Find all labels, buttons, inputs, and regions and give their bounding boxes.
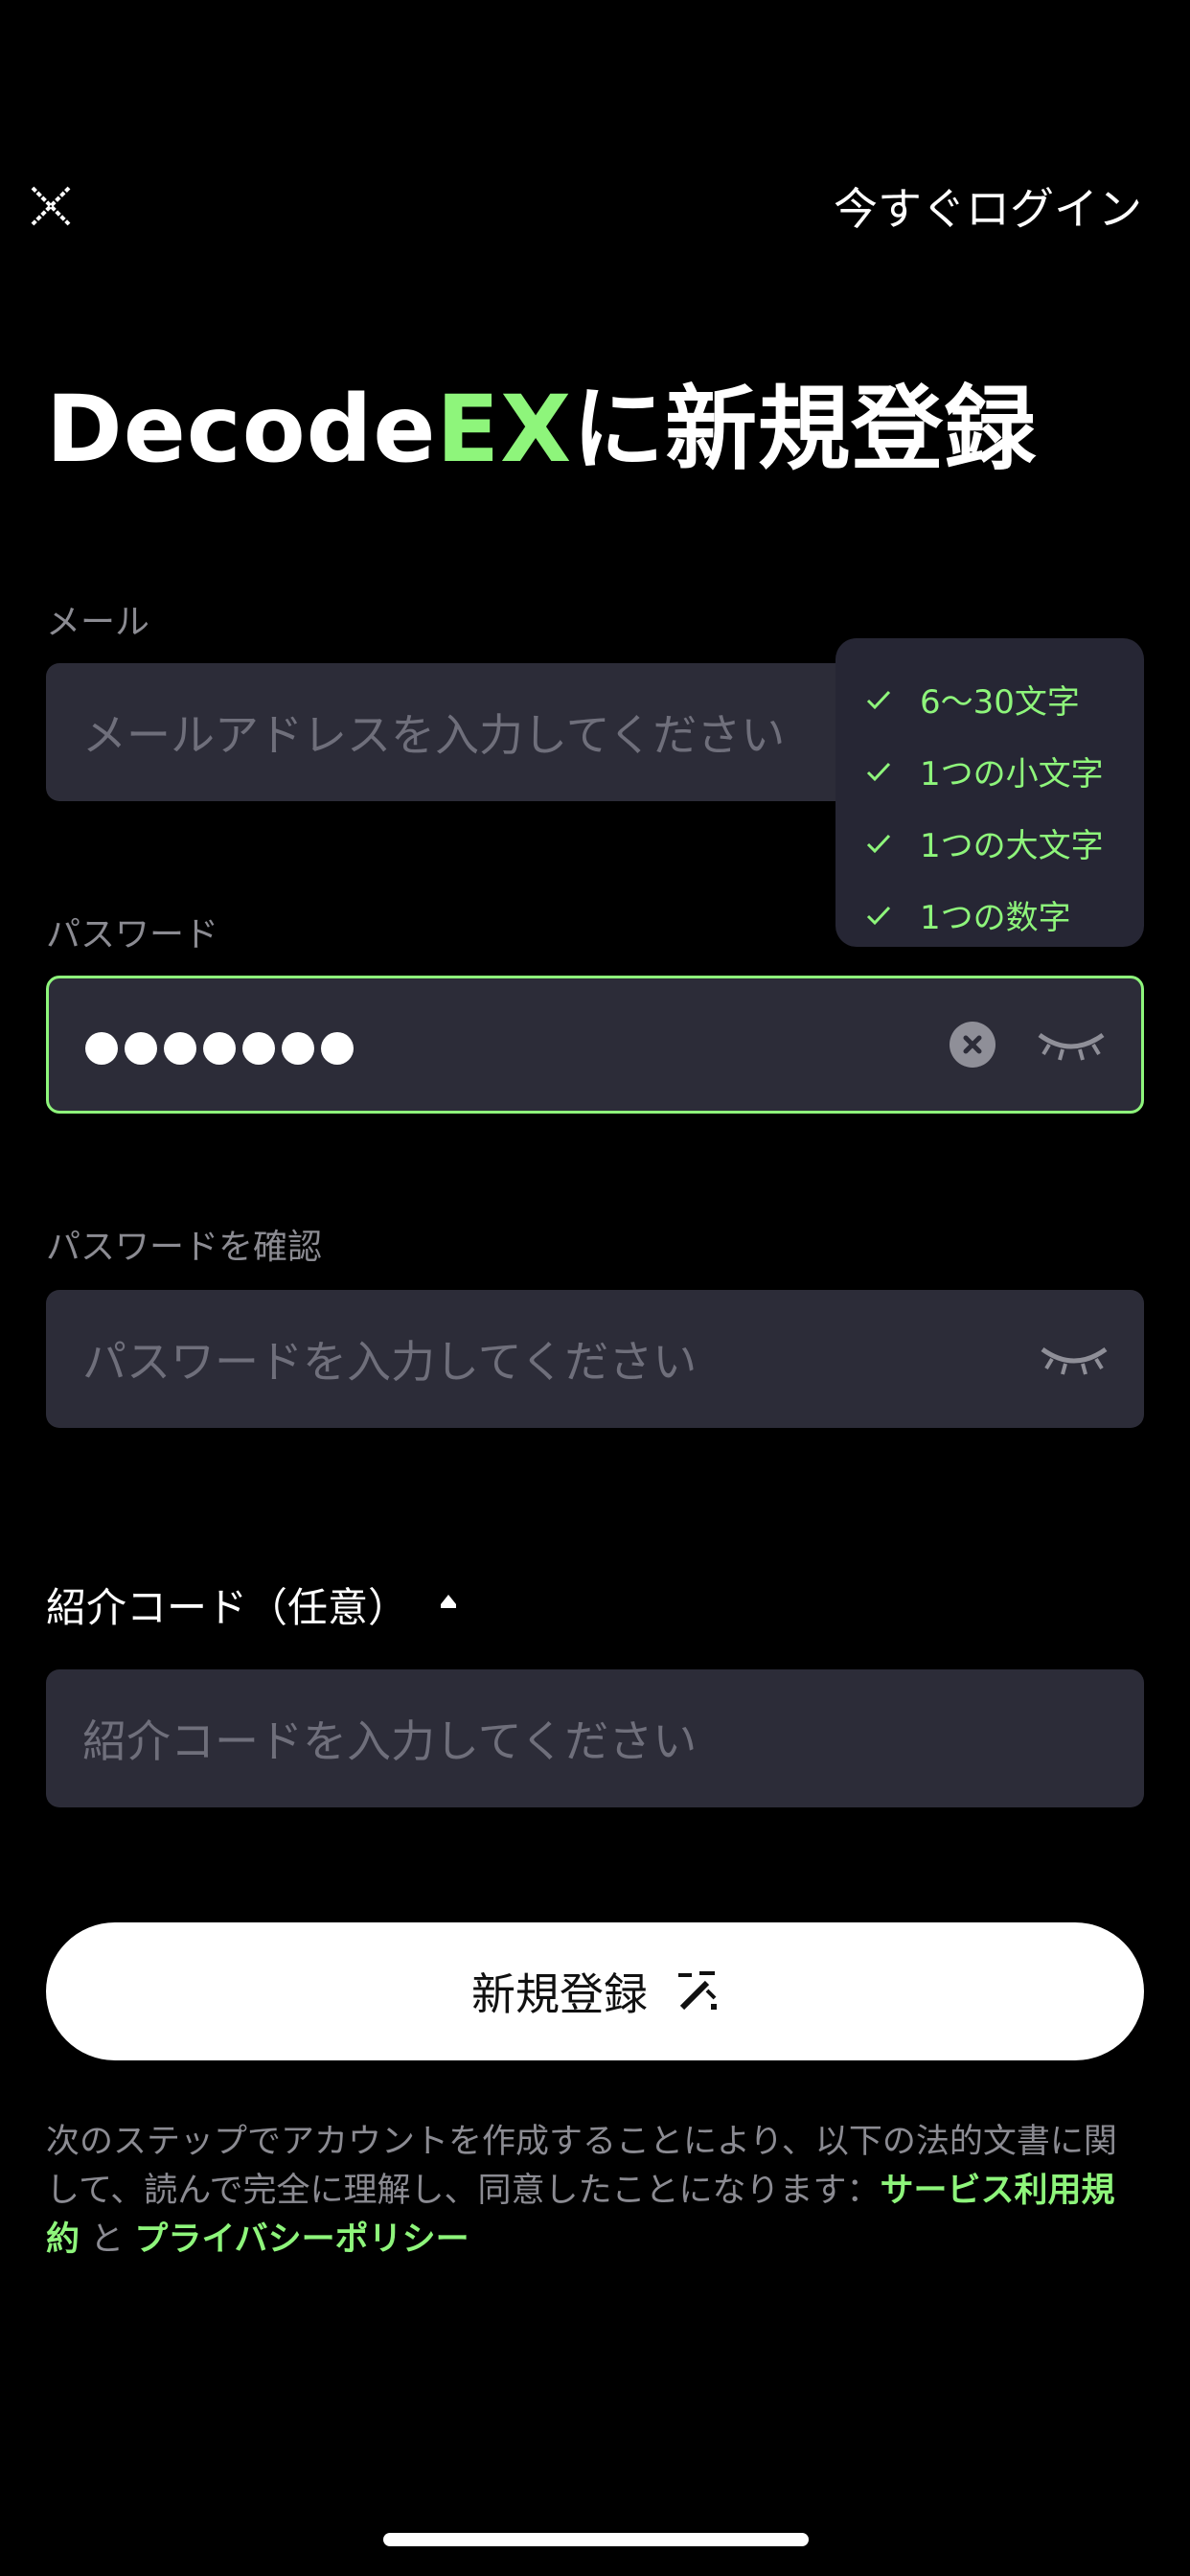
rule-length: 6～30文字 [864,663,1144,735]
password-masked-value [85,1019,360,1070]
rule-text: 1つの大文字 [920,827,1104,865]
eye-closed-icon[interactable] [1036,1025,1107,1064]
email-placeholder: メールアドレスを入力してください [82,709,786,761]
password-rules-tooltip: 6～30文字 1つの小文字 1つの大文字 1つの数字 [835,638,1144,947]
password-dot [203,1031,236,1065]
password-dot [242,1031,275,1065]
privacy-link[interactable]: プライバシーポリシー [134,2220,469,2259]
check-icon [866,906,891,925]
confirm-password-label: パスワードを確認 [46,1228,323,1267]
rule-text: 1つの数字 [920,899,1071,937]
caret-up-icon[interactable] [437,1591,460,1612]
rule-text: 1つの小文字 [920,755,1104,794]
password-label: パスワード [46,915,219,954]
check-icon [866,762,891,781]
rule-number: 1つの数字 [864,879,1144,951]
referral-code-placeholder: 紹介コードを入力してください [82,1715,698,1767]
check-icon [866,690,891,709]
rule-lowercase: 1つの小文字 [864,735,1144,807]
password-field[interactable] [46,976,1144,1114]
clear-icon[interactable] [950,1022,995,1068]
signup-label: 新規登録 [471,1968,648,2020]
password-dot [164,1031,196,1065]
check-icon [866,834,891,853]
password-dot [85,1031,118,1065]
email-label: メール [46,603,150,642]
eye-closed-icon[interactable] [1039,1340,1110,1378]
legal-notice: 次のステップでアカウントを作成することにより、以下の法的文書に関して、読んで完全… [46,2118,1148,2265]
rule-uppercase: 1つの大文字 [864,807,1144,879]
password-dot [321,1031,354,1065]
signup-button[interactable]: 新規登録 [46,1922,1144,2060]
confirm-password-field[interactable]: パスワードを入力してください [46,1290,1144,1428]
brand-name: Decode [46,376,437,483]
referral-label: 紹介コード（任意） [46,1584,409,1631]
password-dot [282,1031,314,1065]
home-indicator [383,2533,809,2546]
brand-accent: EX [436,376,573,483]
title-rest: に新規登録 [572,376,1038,483]
referral-code-field[interactable]: 紹介コードを入力してください [46,1669,1144,1807]
close-button[interactable] [27,182,75,230]
login-link[interactable]: 今すぐログイン [834,174,1142,238]
legal-and: と [90,2220,125,2259]
confirm-password-placeholder: パスワードを入力してください [82,1336,698,1388]
close-icon [31,186,71,226]
rule-text: 6～30文字 [920,683,1080,722]
magic-wand-icon [678,1971,717,2011]
password-dot [125,1031,157,1065]
page-title: DecodeEXに新規登録 [46,355,1037,488]
